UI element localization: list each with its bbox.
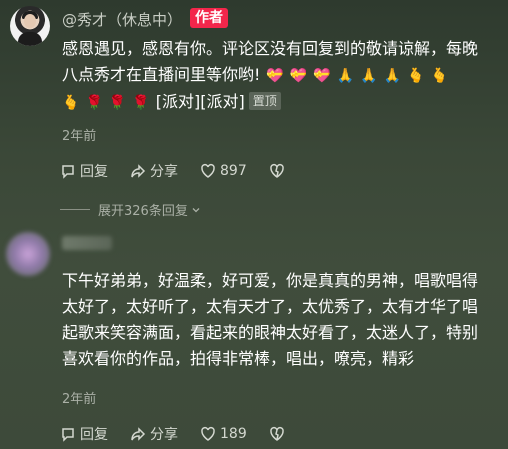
- comment-line: 感恩遇见，感恩有你。评论区没有回复到的敬请谅解，每晚: [62, 39, 479, 58]
- reply-button[interactable]: 回复: [60, 161, 108, 181]
- heart-icon: [201, 426, 215, 441]
- dislike-icon: [269, 163, 284, 178]
- dislike-button[interactable]: [269, 163, 289, 179]
- heart-gift-emoji: 💝: [313, 68, 331, 84]
- comment-line: 下午好弟弟，好温柔，好可爱，你是真真的男神，唱歌唱得: [62, 271, 479, 290]
- action-bar: 回复 分享 189: [60, 424, 311, 444]
- comment-line-text: 八点秀才在直播间里等你哟!: [62, 65, 261, 84]
- like-count: 897: [220, 163, 247, 179]
- share-label: 分享: [150, 164, 178, 180]
- timestamp: 2年前: [62, 392, 97, 407]
- expand-replies-label: 展开326条回复: [98, 204, 188, 219]
- username[interactable]: @秀才（休息中）: [62, 9, 182, 30]
- pray-emoji: 🙏: [360, 68, 378, 84]
- comment-line: 起歌来笑容满面，看起来的眼神太好看了，太迷人了，特别: [62, 323, 479, 342]
- pray-emoji: 🙏: [336, 68, 355, 84]
- reply-label: 回复: [80, 427, 108, 443]
- finger-heart-emoji: 🫰: [62, 95, 80, 111]
- avatar-suit: [18, 32, 42, 46]
- dislike-button[interactable]: [269, 426, 289, 442]
- author-badge: 作者: [190, 8, 228, 28]
- share-button[interactable]: 分享: [130, 161, 178, 181]
- like-button[interactable]: 189: [200, 426, 247, 442]
- finger-heart-emoji: 🫰: [430, 68, 448, 84]
- share-button[interactable]: 分享: [130, 424, 178, 444]
- dislike-icon: [269, 426, 284, 441]
- rose-emoji: 🌹: [85, 95, 103, 111]
- share-label: 分享: [150, 427, 178, 443]
- heart-icon: [201, 163, 215, 178]
- comment-line: 喜欢看你的作品，拍得非常棒，唱出，嘹亮，精彩: [62, 349, 415, 368]
- like-button[interactable]: 897: [200, 163, 247, 179]
- divider-line: [60, 209, 90, 210]
- expand-replies-button[interactable]: 展开326条回复: [60, 200, 201, 219]
- username-blurred: [62, 236, 112, 250]
- chevron-down-icon: [192, 207, 200, 212]
- avatar[interactable]: [10, 6, 50, 46]
- action-bar: 回复 分享 897: [60, 161, 311, 181]
- rose-emoji: 🌹: [132, 95, 150, 111]
- pray-emoji: 🙏: [383, 68, 402, 84]
- comment-item: 下午好弟弟，好温柔，好可爱，你是真真的男神，唱歌唱得 太好了，太好听了，太有天才…: [0, 222, 508, 449]
- finger-heart-emoji: 🫰: [407, 68, 425, 84]
- reply-icon: [62, 428, 74, 442]
- rose-emoji: 🌹: [108, 95, 127, 111]
- avatar[interactable]: [6, 232, 50, 276]
- reply-label: 回复: [80, 164, 108, 180]
- inline-sticker-tags: [派对][派对]: [155, 92, 245, 111]
- reply-button[interactable]: 回复: [60, 424, 108, 444]
- comment-text: 下午好弟弟，好温柔，好可爱，你是真真的男神，唱歌唱得 太好了，太好听了，太有天才…: [62, 268, 502, 372]
- heart-gift-emoji: 💝: [289, 68, 308, 84]
- reply-icon: [62, 165, 74, 179]
- heart-gift-emoji: 💝: [266, 68, 284, 84]
- pinned-badge: 置顶: [248, 92, 281, 110]
- timestamp: 2年前: [62, 129, 97, 144]
- comment-line: 八点秀才在直播间里等你哟! 💝 💝 💝 🙏 🙏 🙏 🫰 🫰: [62, 62, 502, 89]
- like-count: 189: [220, 426, 247, 442]
- share-icon: [131, 427, 146, 441]
- comment-line: 🫰 🌹 🌹 🌹 [派对][派对] 置顶: [62, 89, 502, 116]
- comment-item: @秀才（休息中） 作者 感恩遇见，感恩有你。评论区没有回复到的敬请谅解，每晚 八…: [0, 0, 508, 219]
- comment-line: 太好了，太好听了，太有天才了，太优秀了，太有才华了唱: [62, 297, 479, 316]
- comment-text: 感恩遇见，感恩有你。评论区没有回复到的敬请谅解，每晚 八点秀才在直播间里等你哟!…: [62, 36, 502, 116]
- avatar-face: [24, 14, 36, 28]
- share-icon: [131, 164, 146, 178]
